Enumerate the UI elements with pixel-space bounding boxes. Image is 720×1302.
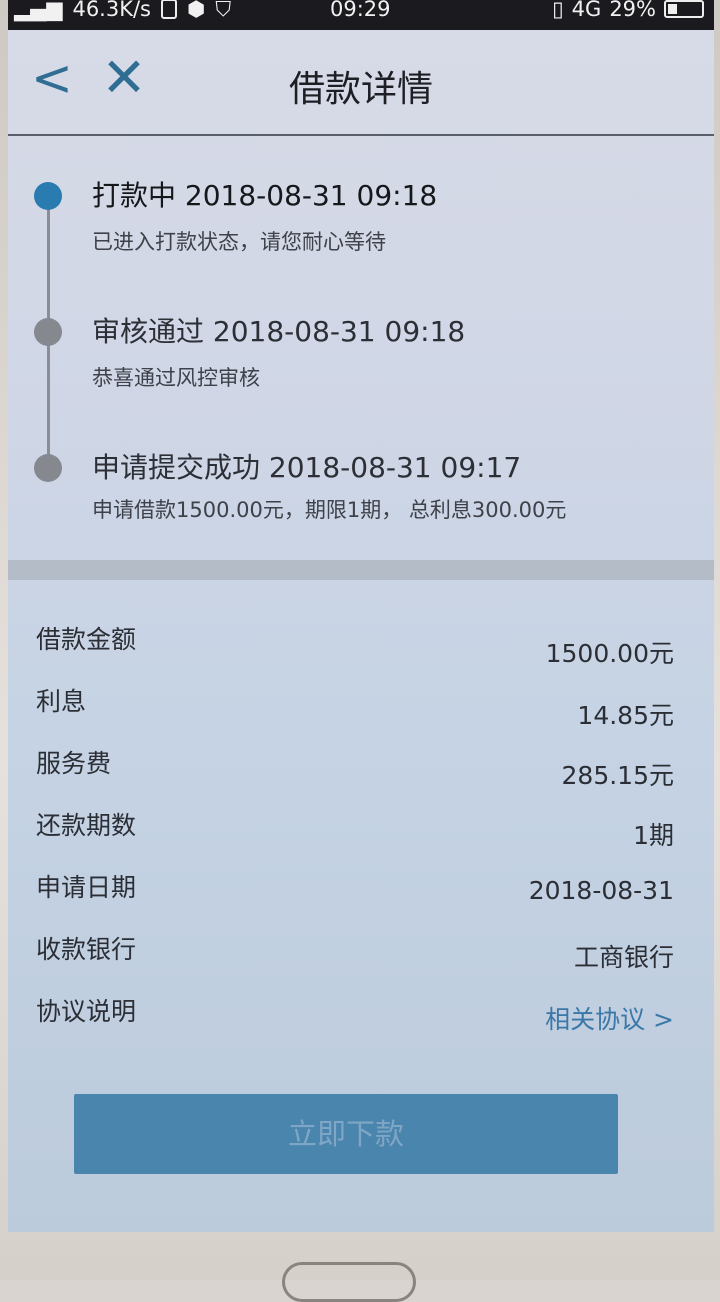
timeline-desc: 申请借款1500.00元，期限1期， 总利息300.00元 (92, 498, 567, 522)
vpn-icon: ⛉ (215, 0, 232, 21)
phone-screen: ▂▄▆ 46.3K/s ⬢ ⛉ 09:29 ▯ 4G 29% < ✕ 借款详情 … (8, 0, 714, 1232)
timeline-dot (34, 318, 62, 346)
detail-label: 服务费 (36, 749, 112, 778)
detail-row-installments: 还款期数 1期 (8, 806, 714, 856)
detail-label: 借款金额 (36, 625, 137, 654)
timeline-dot (34, 454, 62, 482)
battery-percent: 29% (609, 0, 656, 21)
detail-row-interest: 利息 14.85元 (8, 682, 714, 732)
timeline-title: 打款中 2018-08-31 09:18 (92, 179, 438, 212)
page-title: 借款详情 (288, 69, 433, 110)
network-type: 4G (571, 0, 602, 21)
detail-row-apply-date: 申请日期 2018-08-31 (8, 868, 714, 918)
section-divider (8, 560, 714, 580)
timeline-title: 审核通过 2018-08-31 09:18 (92, 315, 466, 348)
detail-label: 利息 (36, 687, 87, 716)
clock: 09:29 (330, 0, 391, 21)
detail-value: 285.15元 (561, 761, 674, 790)
notification-icon (161, 0, 177, 19)
detail-row-bank: 收款银行 工商银行 (8, 930, 714, 980)
detail-value: 2018-08-31 (528, 876, 674, 905)
detail-value: 1500.00元 (545, 639, 674, 668)
detail-value: 1期 (633, 821, 674, 850)
detail-row-service-fee: 服务费 285.15元 (8, 744, 714, 794)
detail-value: 工商银行 (573, 943, 674, 972)
detail-label: 收款银行 (36, 935, 137, 964)
battery-icon (664, 0, 704, 18)
detail-label: 协议说明 (36, 997, 137, 1026)
detail-row-agreement[interactable]: 协议说明 相关协议 > (8, 992, 714, 1042)
timeline-title: 申请提交成功 2018-08-31 09:17 (92, 451, 522, 484)
home-button (282, 1262, 416, 1302)
network-speed: 46.3K/s (72, 0, 151, 21)
timeline-desc: 恭喜通过风控审核 (92, 366, 260, 390)
loan-status-timeline: 打款中 2018-08-31 09:18 已进入打款状态，请您耐心等待 审核通过… (8, 150, 714, 550)
signal-icon: ▂▄▆ (14, 0, 63, 21)
shield-icon: ⬢ (187, 0, 206, 21)
vibrate-icon: ▯ (552, 0, 564, 21)
detail-row-amount: 借款金额 1500.00元 (8, 620, 714, 670)
status-bar: ▂▄▆ 46.3K/s ⬢ ⛉ 09:29 ▯ 4G 29% (8, 0, 714, 30)
nav-bar: < ✕ 借款详情 (8, 30, 714, 136)
detail-value: 14.85元 (577, 701, 674, 730)
timeline-dot-active (34, 182, 62, 210)
agreement-link[interactable]: 相关协议 > (545, 1000, 674, 1036)
disburse-now-button[interactable]: 立即下款 (74, 1094, 618, 1174)
detail-label: 申请日期 (36, 873, 137, 902)
timeline-desc: 已进入打款状态，请您耐心等待 (92, 230, 386, 254)
detail-label: 还款期数 (36, 811, 137, 840)
